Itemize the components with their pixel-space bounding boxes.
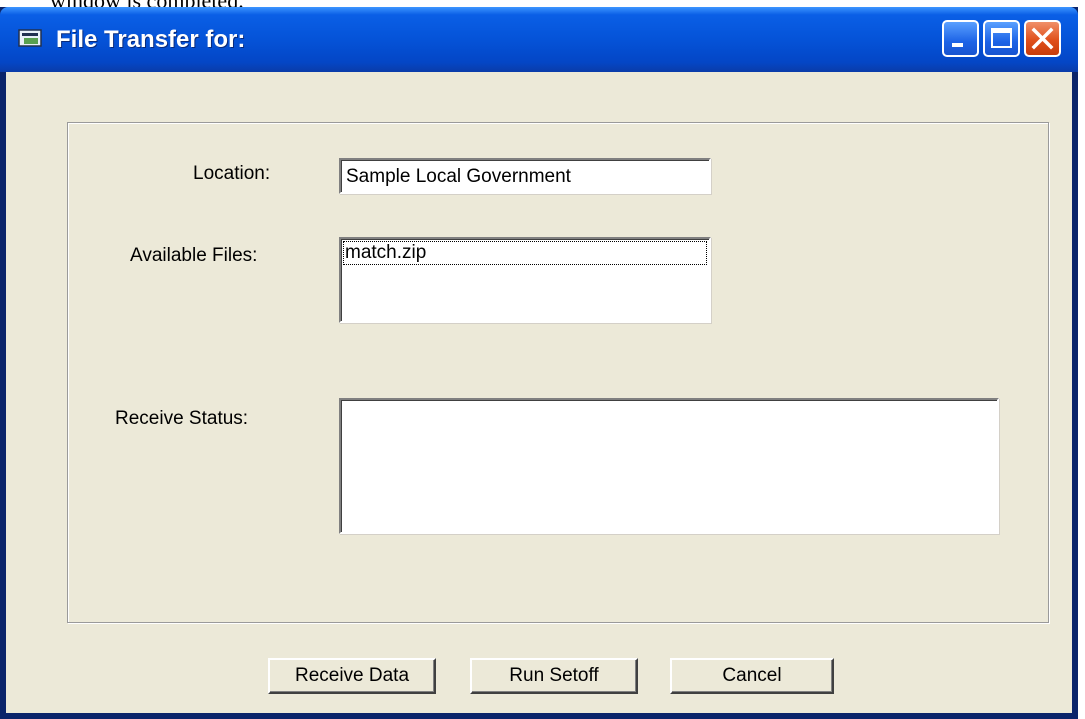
cancel-button[interactable]: Cancel [670,658,834,694]
client-area: Location: Sample Local Government Availa… [6,72,1072,713]
minimize-icon [952,43,963,47]
close-button[interactable] [1024,20,1061,57]
app-icon [18,29,42,47]
run-setoff-button[interactable]: Run Setoff [470,658,638,694]
available-files-list[interactable]: match.zip [339,237,711,323]
receive-data-button[interactable]: Receive Data [268,658,436,694]
available-files-label: Available Files: [130,245,258,266]
close-icon [1031,27,1054,50]
minimize-button[interactable] [942,20,979,57]
file-transfer-window: File Transfer for: Location: Sample Loca… [0,7,1078,719]
list-item[interactable]: match.zip [343,241,707,265]
location-value: Sample Local Government [346,166,571,187]
title-bar[interactable]: File Transfer for: [0,7,1078,72]
group-frame [67,122,1049,623]
window-title: File Transfer for: [56,26,246,53]
location-label: Location: [193,163,271,184]
maximize-button[interactable] [983,20,1020,57]
maximize-icon [991,28,1012,48]
location-field[interactable]: Sample Local Government [339,158,711,194]
receive-status-field[interactable] [339,398,999,534]
receive-status-label: Receive Status: [115,408,249,429]
